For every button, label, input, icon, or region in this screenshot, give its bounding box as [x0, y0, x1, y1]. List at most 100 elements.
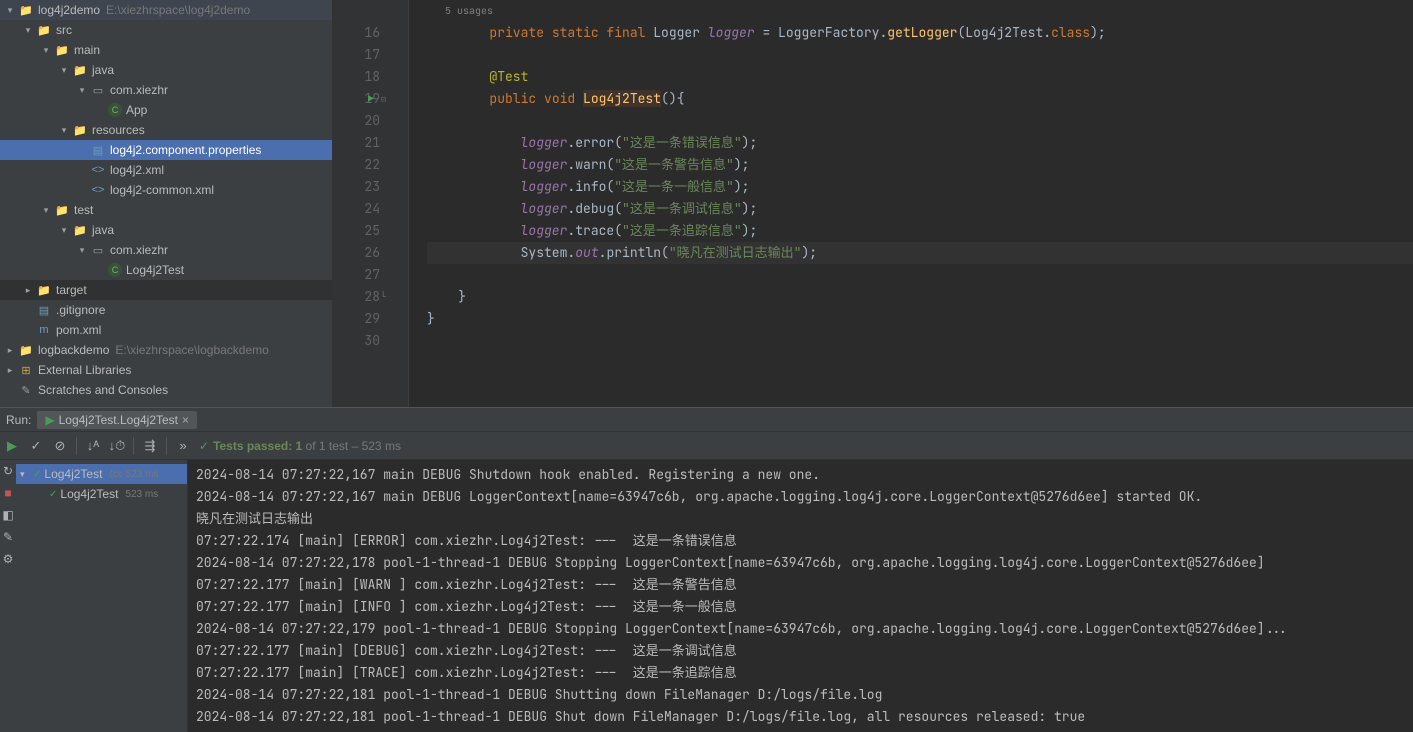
chevron-down-icon[interactable]: ▾ [20, 469, 30, 480]
run-gutter-icon[interactable]: ▶ [368, 88, 374, 110]
code-line[interactable] [427, 44, 1413, 66]
tree-item[interactable]: ▤log4j2.component.properties [0, 140, 332, 160]
console-line[interactable]: 07:27:22.177 [main] [INFO ] com.xiezhr.L… [196, 596, 1405, 618]
tree-item[interactable]: ▾📁java [0, 220, 332, 240]
usage-hint[interactable]: 5 usages [427, 0, 1413, 22]
code-line[interactable]: } [427, 308, 1413, 330]
stop-button[interactable]: ■ [4, 486, 11, 500]
editor-code[interactable]: 5 usages private static final Logger log… [409, 0, 1413, 407]
pin-button[interactable]: ✎ [3, 530, 13, 544]
console-line[interactable]: 07:27:22.177 [main] [DEBUG] com.xiezhr.L… [196, 640, 1405, 662]
run-button[interactable]: ▶ [0, 434, 24, 458]
console-line[interactable]: 07:27:22.177 [main] [WARN ] com.xiezhr.L… [196, 574, 1405, 596]
chevron-right-icon[interactable]: ▸ [4, 364, 16, 376]
tree-item[interactable]: ▾📁test [0, 200, 332, 220]
console-line[interactable]: 2024-08-14 07:27:22,181 pool-1-thread-1 … [196, 706, 1405, 728]
code-line[interactable]: private static final Logger logger = Log… [427, 22, 1413, 44]
tree-item[interactable]: ▾📁log4j2demoE:\xiezhrspace\log4j2demo [0, 0, 332, 20]
tree-item[interactable]: ✎Scratches and Consoles [0, 380, 332, 400]
code-line[interactable]: logger.debug("这是一条调试信息"); [427, 198, 1413, 220]
fold-end-icon[interactable]: └ [381, 286, 386, 308]
layout-button[interactable]: ◧ [2, 508, 13, 522]
chevron-down-icon[interactable]: ▾ [58, 64, 70, 76]
project-tree[interactable]: ▾📁log4j2demoE:\xiezhrspace\log4j2demo▾📁s… [0, 0, 333, 407]
line-number[interactable]: 16 [333, 22, 380, 44]
test-row[interactable]: ✓Log4j2Test523 ms [16, 484, 187, 504]
chevron-down-icon[interactable]: ▾ [58, 224, 70, 236]
chevron-down-icon[interactable]: ▾ [4, 4, 16, 16]
tree-item[interactable]: ▸📁target [0, 280, 332, 300]
chevron-down-icon[interactable]: ▾ [40, 44, 52, 56]
line-number[interactable]: 30 [333, 330, 380, 352]
line-number[interactable]: 26 [333, 242, 380, 264]
settings-button[interactable]: ⚙ [3, 552, 14, 566]
chevron-right-icon[interactable]: ▸ [4, 344, 16, 356]
chevron-down-icon[interactable]: ▾ [40, 204, 52, 216]
line-number[interactable]: 18 [333, 66, 380, 88]
code-line[interactable]: logger.info("这是一条一般信息"); [427, 176, 1413, 198]
code-line[interactable]: logger.warn("这是一条警告信息"); [427, 154, 1413, 176]
rerun-button[interactable]: ↻ [3, 464, 13, 478]
console-line[interactable]: 2024-08-14 07:27:22,178 pool-1-thread-1 … [196, 552, 1405, 574]
close-icon[interactable]: × [182, 413, 189, 427]
tree-item[interactable]: ▾📁main [0, 40, 332, 60]
sort-time-button[interactable]: ↓⏱ [105, 434, 129, 458]
export-button[interactable]: » [171, 434, 195, 458]
console-line[interactable]: 晓凡在测试日志输出 [196, 508, 1405, 530]
line-number[interactable]: 22 [333, 154, 380, 176]
test-tree[interactable]: ▾✓Log4j2Test(cc 523 ms✓Log4j2Test523 ms [16, 460, 188, 732]
tree-item[interactable]: ▾▭com.xiezhr [0, 80, 332, 100]
tree-item[interactable]: <>log4j2.xml [0, 160, 332, 180]
tree-item[interactable]: ▾📁java [0, 60, 332, 80]
code-line[interactable]: public void Log4j2Test(){ [427, 88, 1413, 110]
tree-item[interactable]: ▸📁logbackdemoE:\xiezhrspace\logbackdemo [0, 340, 332, 360]
chevron-down-icon[interactable]: ▾ [76, 84, 88, 96]
tree-item[interactable]: ▸⊞External Libraries [0, 360, 332, 380]
run-config-tab[interactable]: ▶ Log4j2Test.Log4j2Test × [37, 411, 197, 429]
line-number[interactable]: 28└ [333, 286, 380, 308]
console-output[interactable]: 2024-08-14 07:27:22,167 main DEBUG Shutd… [188, 460, 1413, 732]
line-number[interactable]: 17 [333, 44, 380, 66]
line-number[interactable]: 20 [333, 110, 380, 132]
tree-item[interactable]: ▾📁resources [0, 120, 332, 140]
pass-filter-button[interactable]: ✓ [24, 434, 48, 458]
line-number[interactable]: 23 [333, 176, 380, 198]
line-number[interactable]: 29 [333, 308, 380, 330]
line-number[interactable]: 21 [333, 132, 380, 154]
chevron-down-icon[interactable]: ▾ [22, 24, 34, 36]
code-line[interactable] [427, 330, 1413, 352]
sort-az-button[interactable]: ↓ᴬ [81, 434, 105, 458]
code-line[interactable] [427, 264, 1413, 286]
chevron-right-icon[interactable]: ▸ [22, 284, 34, 296]
line-number[interactable]: 25 [333, 220, 380, 242]
code-line[interactable]: } [427, 286, 1413, 308]
ignore-filter-button[interactable]: ⊘ [48, 434, 72, 458]
tree-item[interactable]: mpom.xml [0, 320, 332, 340]
console-line[interactable]: 2024-08-14 07:27:22,167 main DEBUG Logge… [196, 486, 1405, 508]
expand-button[interactable]: ⇶ [138, 434, 162, 458]
console-line[interactable]: 2024-08-14 07:27:22,179 pool-1-thread-1 … [196, 618, 1405, 640]
line-number[interactable]: 19▶⊟ [333, 88, 380, 110]
code-line[interactable]: @Test [427, 66, 1413, 88]
tree-item[interactable]: ▤.gitignore [0, 300, 332, 320]
fold-icon[interactable]: ⊟ [381, 88, 386, 110]
tree-item[interactable]: ▾📁src [0, 20, 332, 40]
code-line[interactable]: logger.trace("这是一条追踪信息"); [427, 220, 1413, 242]
editor-gutter[interactable]: 16171819▶⊟202122232425262728└2930 [333, 0, 409, 407]
tree-item[interactable]: <>log4j2-common.xml [0, 180, 332, 200]
line-number[interactable]: 24 [333, 198, 380, 220]
line-number[interactable]: 27 [333, 264, 380, 286]
console-line[interactable]: 2024-08-14 07:27:22,167 main DEBUG Shutd… [196, 464, 1405, 486]
test-row[interactable]: ▾✓Log4j2Test(cc 523 ms [16, 464, 187, 484]
tree-item[interactable]: ▾▭com.xiezhr [0, 240, 332, 260]
console-line[interactable]: 07:27:22.174 [main] [ERROR] com.xiezhr.L… [196, 530, 1405, 552]
code-line[interactable]: System.out.println("晓凡在测试日志输出"); [427, 242, 1413, 264]
console-line[interactable]: 2024-08-14 07:27:22,181 pool-1-thread-1 … [196, 684, 1405, 706]
chevron-down-icon[interactable]: ▾ [58, 124, 70, 136]
code-editor[interactable]: 16171819▶⊟202122232425262728└2930 5 usag… [333, 0, 1413, 407]
tree-item[interactable]: CLog4j2Test [0, 260, 332, 280]
chevron-down-icon[interactable]: ▾ [76, 244, 88, 256]
code-line[interactable]: logger.error("这是一条错误信息"); [427, 132, 1413, 154]
console-line[interactable]: 07:27:22.177 [main] [TRACE] com.xiezhr.L… [196, 662, 1405, 684]
tree-item[interactable]: CApp [0, 100, 332, 120]
